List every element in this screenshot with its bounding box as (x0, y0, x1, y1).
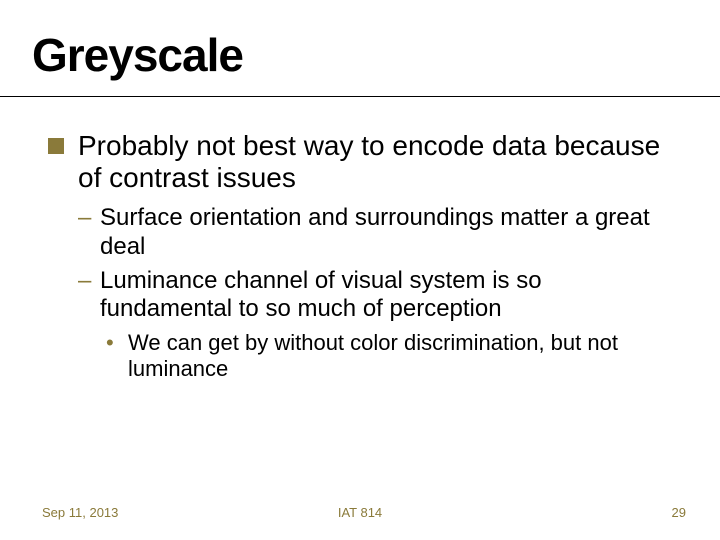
footer-center: IAT 814 (0, 505, 720, 520)
bullet-level-2: – Surface orientation and surroundings m… (78, 204, 680, 261)
dash-bullet-icon: – (78, 267, 91, 295)
slide: Greyscale Probably not best way to encod… (0, 0, 720, 540)
footer-page-number: 29 (672, 505, 686, 520)
dot-bullet-icon: • (106, 330, 114, 356)
dash-bullet-icon: – (78, 204, 91, 232)
bullet-level-2: – Luminance channel of visual system is … (78, 267, 680, 324)
bullet-level-3: • We can get by without color discrimina… (106, 330, 680, 383)
slide-body: Probably not best way to encode data bec… (48, 130, 680, 382)
bullet-text: We can get by without color discriminati… (128, 330, 618, 381)
slide-footer: Sep 11, 2013 IAT 814 29 (0, 500, 720, 520)
square-bullet-icon (48, 138, 64, 154)
bullet-level-1: Probably not best way to encode data bec… (48, 130, 680, 194)
bullet-text: Probably not best way to encode data bec… (78, 130, 660, 193)
title-underline (0, 96, 720, 97)
bullet-text: Luminance channel of visual system is so… (100, 267, 542, 322)
bullet-text: Surface orientation and surroundings mat… (100, 204, 650, 259)
slide-title: Greyscale (32, 28, 243, 82)
